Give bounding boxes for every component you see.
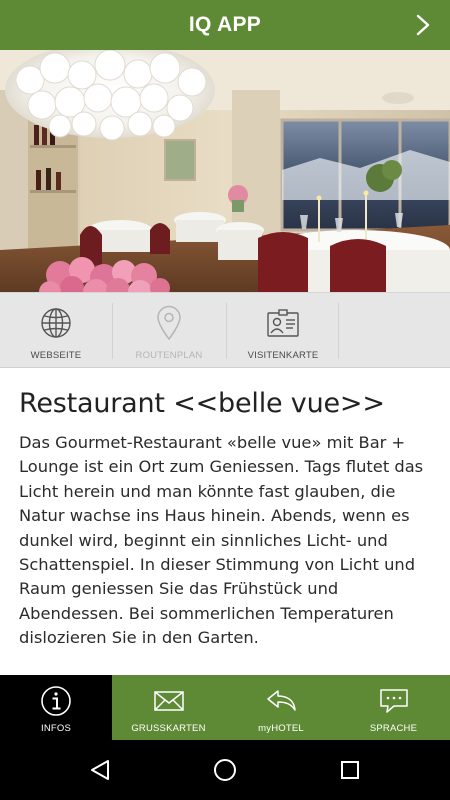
- next-button[interactable]: [410, 12, 436, 38]
- home-circle-icon: [214, 759, 236, 781]
- app-header: IQ APP: [0, 0, 450, 50]
- speech-bubble-icon: [379, 689, 408, 713]
- tab-greeting-cards[interactable]: GRUSSKARTEN: [112, 675, 225, 740]
- app-title: IQ APP: [188, 13, 262, 36]
- chevron-right-icon: [416, 14, 430, 36]
- hero-image: [0, 50, 450, 292]
- tab-myhotel-label: myHOTEL: [258, 723, 304, 734]
- tab-bar: INFOS GRUSSKARTEN myHOTEL SPRACHE: [0, 675, 450, 740]
- recents-button[interactable]: [336, 756, 364, 784]
- tab-language-label: SPRACHE: [369, 723, 418, 734]
- description-text: Das Gourmet-Restaurant «belle vue» mit B…: [19, 433, 424, 648]
- route-planner-label: ROUTENPLAN: [135, 350, 203, 361]
- business-card-label: VISITENKARTE: [247, 350, 319, 361]
- tab-infos-label: INFOS: [40, 723, 72, 734]
- recents-square-icon: [341, 761, 359, 779]
- route-planner-button[interactable]: ROUTENPLAN: [113, 293, 225, 369]
- home-button[interactable]: [211, 756, 239, 784]
- tab-infos[interactable]: INFOS: [0, 675, 112, 740]
- tab-greeting-cards-label: GRUSSKARTEN: [131, 723, 206, 734]
- action-bar: WEBSEITE ROUTENPLAN VISITENKARTE: [0, 292, 450, 368]
- website-label: WEBSEITE: [30, 350, 82, 361]
- tab-myhotel[interactable]: myHOTEL: [225, 675, 337, 740]
- envelope-icon: [153, 691, 184, 711]
- system-nav-bar: [0, 740, 450, 800]
- map-pin-icon: [157, 305, 181, 341]
- globe-icon: [41, 308, 71, 338]
- contact-card-icon: [267, 309, 299, 337]
- tab-language[interactable]: SPRACHE: [337, 675, 450, 740]
- info-icon: [41, 686, 71, 716]
- page-title: Restaurant <<belle vue>>: [19, 388, 385, 419]
- content-area: Restaurant <<belle vue>> Das Gourmet-Res…: [19, 388, 433, 651]
- reply-arrow-icon: [267, 690, 296, 711]
- business-card-button[interactable]: VISITENKARTE: [227, 293, 339, 369]
- website-button[interactable]: WEBSEITE: [0, 293, 112, 369]
- divider: [338, 303, 339, 359]
- back-button[interactable]: [86, 756, 114, 784]
- back-triangle-icon: [91, 760, 109, 780]
